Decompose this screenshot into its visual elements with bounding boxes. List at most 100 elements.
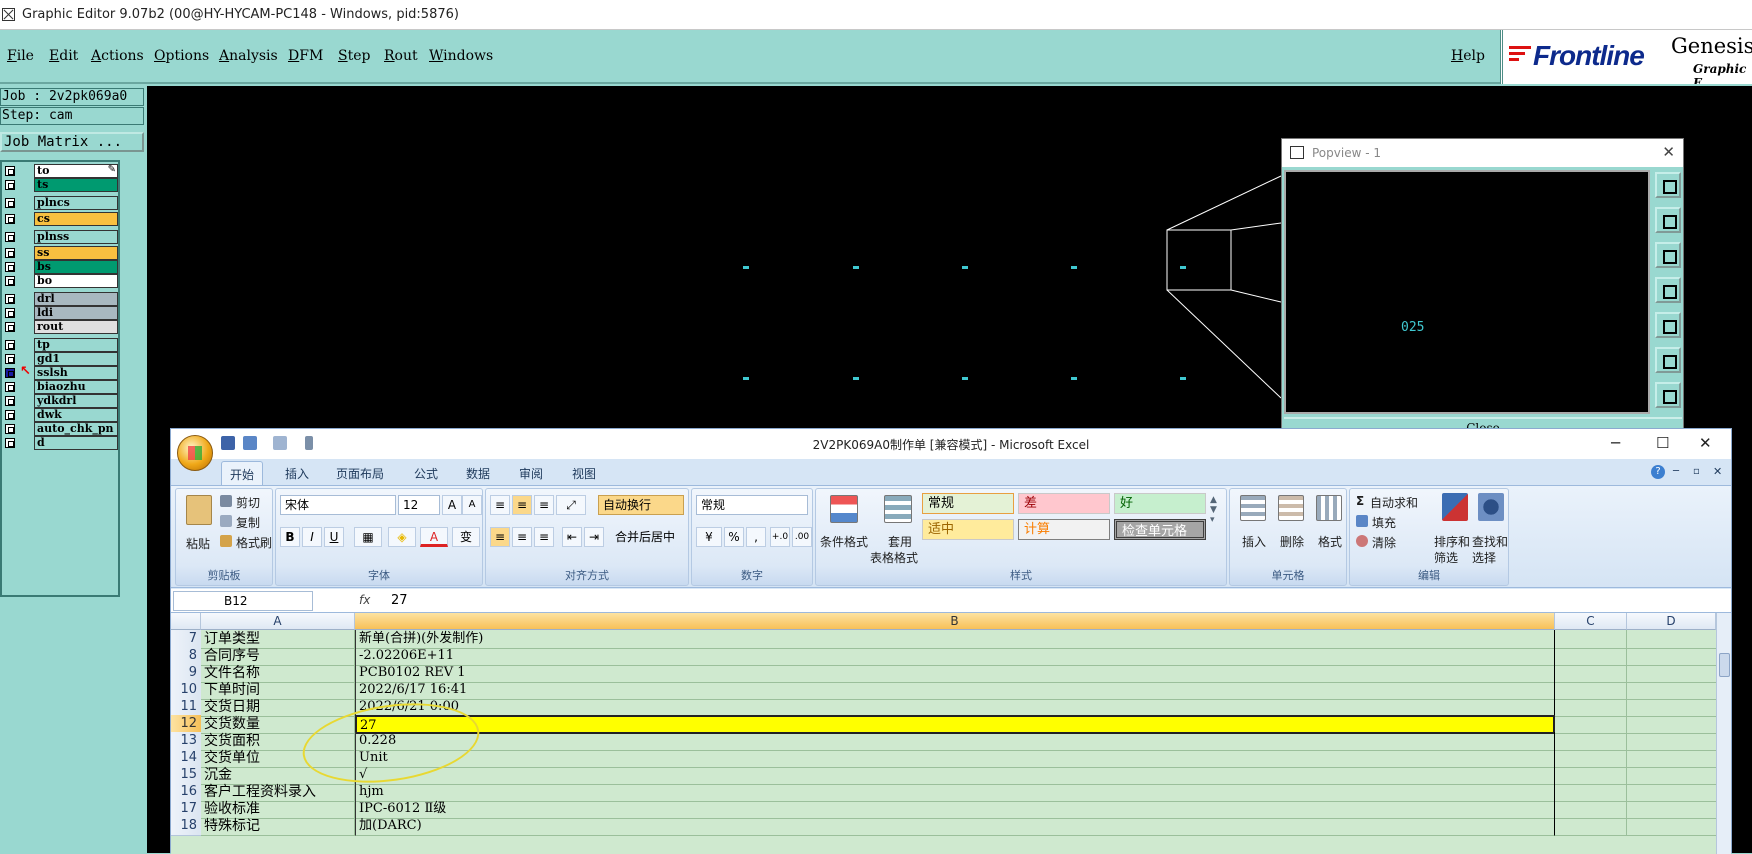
layer-checkbox[interactable] [5, 248, 15, 258]
layer-checkbox[interactable] [5, 276, 15, 286]
sort-filter-button[interactable]: 排序和 [1434, 533, 1470, 550]
layer-row-to[interactable]: to ✎ [4, 164, 118, 178]
layer-name[interactable]: auto_chk_pn [34, 422, 118, 436]
layer-checkbox[interactable] [5, 166, 15, 176]
tab-data[interactable]: 数据 [466, 465, 490, 482]
layer-name[interactable]: ss [34, 246, 118, 260]
find-select-button[interactable]: 查找和 [1472, 533, 1508, 550]
scroll-thumb[interactable] [1719, 653, 1730, 677]
layer-row-plnss[interactable]: plnss [4, 230, 118, 244]
align-left-icon[interactable]: ≡ [490, 527, 510, 547]
sort-filter-button-2[interactable]: 筛选 [1434, 549, 1458, 566]
job-matrix-button[interactable]: Job Matrix ... [0, 132, 144, 152]
paste-icon[interactable] [186, 495, 212, 525]
borders-icon[interactable]: ▦ [354, 527, 382, 547]
column-header-c[interactable]: C [1555, 613, 1627, 630]
delete-button[interactable]: 删除 [1280, 533, 1304, 550]
tab-view[interactable]: 视图 [572, 465, 596, 482]
style-bad[interactable]: 差 [1018, 493, 1110, 514]
layer-checkbox[interactable] [5, 294, 15, 304]
increase-indent-icon[interactable]: ⇥ [584, 527, 604, 547]
layer-row-plncs[interactable]: plncs [4, 196, 118, 210]
layer-name[interactable]: biaozhu [34, 380, 118, 394]
cell-c[interactable] [1555, 817, 1627, 836]
layer-checkbox[interactable] [5, 438, 15, 448]
layer-name[interactable]: ydkdrl [34, 394, 118, 408]
layer-row-bo[interactable]: bo [4, 274, 118, 288]
pan-left-icon[interactable] [1655, 277, 1681, 303]
percent-button[interactable]: % [724, 527, 744, 547]
font-name-select[interactable]: 宋体 [280, 495, 396, 515]
comma-button[interactable]: , [746, 527, 766, 547]
cell-d[interactable] [1627, 817, 1716, 836]
font-size-select[interactable]: 12 [398, 495, 440, 515]
font-color-button[interactable]: A [420, 527, 448, 547]
tab-home[interactable]: 开始 [221, 461, 264, 485]
styles-scroll-icon[interactable]: ▲ ▼ ▾ [1210, 495, 1217, 525]
style-good[interactable]: 好 [1114, 493, 1206, 514]
layer-row-ts[interactable]: ts [4, 178, 118, 192]
align-top-icon[interactable]: ≡ [490, 495, 510, 515]
column-header-b[interactable]: B [355, 613, 1555, 630]
tab-review[interactable]: 审阅 [519, 465, 543, 482]
menu-options[interactable]: Options [154, 48, 209, 64]
number-format-select[interactable]: 常规 [696, 495, 808, 515]
layer-row-biaozhu[interactable]: biaozhu [4, 380, 118, 394]
align-center-icon[interactable]: ≡ [512, 527, 532, 547]
fill-button[interactable]: 填充 [1372, 514, 1396, 531]
name-box[interactable]: B12 [173, 591, 313, 611]
layer-row-ydkdrl[interactable]: ydkdrl [4, 394, 118, 408]
currency-icon[interactable]: ¥ [696, 527, 722, 547]
wrap-text-button[interactable]: 自动换行 [598, 495, 684, 515]
format-button[interactable]: 格式 [1318, 533, 1342, 550]
layer-row-auto-chk-pn[interactable]: auto_chk_pn [4, 422, 118, 436]
layer-checkbox[interactable] [5, 354, 15, 364]
row-number[interactable]: 18 [171, 817, 201, 836]
layer-checkbox[interactable] [5, 410, 15, 420]
underline-button[interactable]: U [324, 527, 344, 547]
style-neutral[interactable]: 适中 [922, 519, 1014, 540]
clear-button[interactable]: 清除 [1372, 534, 1396, 551]
close-icon[interactable]: ✕ [1699, 434, 1712, 452]
menu-file[interactable]: File [7, 48, 34, 64]
style-normal[interactable]: 常规 [922, 493, 1014, 514]
workbook-close-icon[interactable]: ✕ [1713, 465, 1722, 478]
layer-row-ldi[interactable]: ldi [4, 306, 118, 320]
grow-font-button[interactable]: A [442, 495, 462, 515]
layer-row-dwk[interactable]: dwk [4, 408, 118, 422]
pan-down-icon[interactable] [1655, 242, 1681, 268]
maximize-icon[interactable]: ☐ [1656, 434, 1669, 452]
phonetic-button[interactable]: 变 [452, 527, 480, 547]
layer-name[interactable]: bs [34, 260, 118, 274]
layer-name[interactable]: rout [34, 320, 118, 334]
layer-row-rout[interactable]: rout [4, 320, 118, 334]
table-format-button[interactable]: 套用 [888, 533, 912, 550]
layer-row-sslsh[interactable]: ↖ sslsh [4, 365, 118, 380]
insert-icon[interactable] [1240, 495, 1266, 521]
menu-edit[interactable]: Edit [49, 48, 78, 64]
decrease-indent-icon[interactable]: ⇤ [562, 527, 582, 547]
delete-icon[interactable] [1278, 495, 1304, 521]
layer-name[interactable]: tp [34, 338, 118, 352]
shrink-font-button[interactable]: A [462, 495, 482, 515]
insert-function-button[interactable]: fx [359, 593, 370, 607]
vertical-scrollbar[interactable] [1716, 613, 1731, 854]
layer-checkbox[interactable] [5, 198, 15, 208]
layer-checkbox[interactable] [5, 368, 15, 378]
layer-checkbox[interactable] [5, 396, 15, 406]
layer-checkbox[interactable] [5, 322, 15, 332]
layer-name[interactable]: to [34, 164, 118, 178]
column-header-a[interactable]: A [201, 613, 355, 630]
layer-name[interactable]: plncs [34, 196, 118, 210]
copy-button[interactable]: 复制 [236, 514, 260, 531]
layer-checkbox[interactable] [5, 382, 15, 392]
layer-row-cs[interactable]: cs [4, 212, 118, 226]
formula-input[interactable]: 27 [391, 593, 408, 608]
paste-button[interactable]: 粘贴 [186, 535, 210, 552]
table-format-icon[interactable] [884, 495, 912, 523]
align-bottom-icon[interactable]: ≡ [534, 495, 554, 515]
style-check-cell[interactable]: 检查单元格 [1114, 519, 1206, 540]
ribbon-minimize-icon[interactable]: ─ [1673, 466, 1679, 477]
zoom-in-icon[interactable] [1655, 347, 1681, 373]
merge-center-button[interactable]: 合并后居中 [610, 527, 686, 547]
